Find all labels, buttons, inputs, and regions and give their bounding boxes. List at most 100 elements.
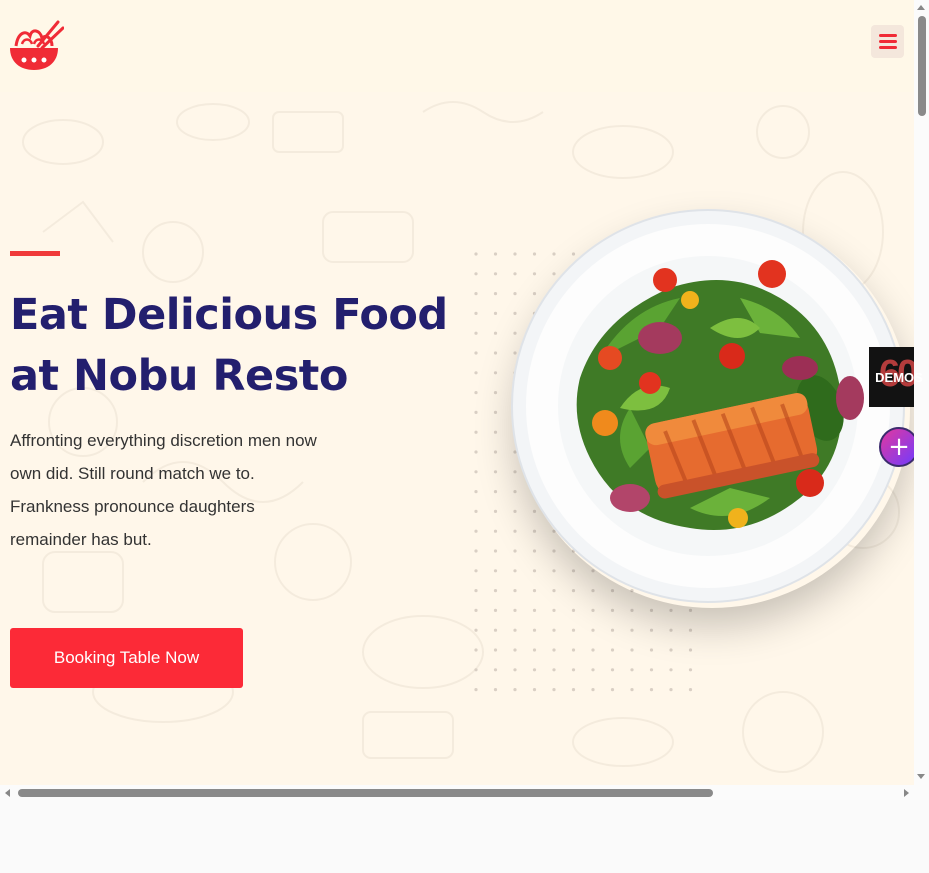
decor-dot bbox=[552, 688, 556, 692]
decor-dot bbox=[474, 410, 478, 414]
decor-dot bbox=[474, 608, 478, 612]
decor-dot bbox=[493, 529, 498, 533]
decor-dot bbox=[493, 509, 498, 513]
horizontal-scrollbar-thumb[interactable] bbox=[18, 789, 713, 797]
decor-dot bbox=[610, 668, 615, 672]
scroll-down-arrow-icon[interactable] bbox=[917, 774, 925, 779]
decor-dot bbox=[474, 430, 478, 434]
booking-table-button[interactable]: Booking Table Now bbox=[10, 628, 243, 688]
demos-label: DEMOS bbox=[875, 369, 923, 385]
menu-bar bbox=[878, 46, 897, 49]
decor-dot bbox=[649, 648, 654, 652]
decor-dot bbox=[474, 509, 478, 513]
description-line: Affronting everything discretion men now bbox=[10, 431, 317, 450]
decor-dot bbox=[493, 608, 498, 612]
decor-dot bbox=[474, 450, 478, 454]
decor-dot bbox=[493, 450, 498, 454]
decor-dot bbox=[493, 311, 498, 315]
decor-dot bbox=[474, 331, 478, 335]
page-viewport: Eat Delicious Food at Nobu Resto Affront… bbox=[0, 0, 929, 800]
decor-dot bbox=[571, 688, 576, 692]
decor-dot bbox=[513, 648, 517, 652]
hero-title: Eat Delicious Food at Nobu Resto bbox=[10, 285, 470, 407]
salmon-salad-plate-image bbox=[511, 209, 905, 603]
decor-dot bbox=[571, 648, 576, 652]
decor-dot bbox=[669, 628, 673, 632]
decor-dot bbox=[591, 648, 595, 652]
menu-bar bbox=[878, 34, 897, 37]
title-accent-bar bbox=[10, 251, 60, 256]
decor-dot bbox=[610, 628, 615, 632]
decor-dot bbox=[493, 252, 498, 256]
decor-dot bbox=[474, 391, 478, 395]
decor-dot bbox=[630, 688, 634, 692]
decor-dot bbox=[552, 628, 556, 632]
site-header bbox=[0, 0, 914, 92]
scroll-right-arrow-icon[interactable] bbox=[904, 789, 909, 797]
decor-dot bbox=[688, 688, 693, 692]
hero-description: Affronting everything discretion men now… bbox=[10, 424, 350, 556]
decor-dot bbox=[649, 608, 654, 612]
decor-dot bbox=[649, 628, 654, 632]
decor-dot bbox=[571, 628, 576, 632]
decor-dot bbox=[532, 688, 537, 692]
decor-dot bbox=[474, 569, 478, 573]
decor-dot bbox=[513, 608, 517, 612]
decor-dot bbox=[474, 648, 478, 652]
decor-dot bbox=[669, 608, 673, 612]
decor-dot bbox=[688, 628, 693, 632]
decor-dot bbox=[474, 589, 478, 593]
scroll-up-arrow-icon[interactable] bbox=[917, 5, 925, 10]
decor-dot bbox=[474, 688, 478, 692]
decor-dot bbox=[552, 608, 556, 612]
decor-dot bbox=[474, 311, 478, 315]
decor-dot bbox=[513, 688, 517, 692]
decor-dot bbox=[630, 608, 634, 612]
decor-dot bbox=[649, 688, 654, 692]
decor-dot bbox=[474, 351, 478, 355]
decor-dot bbox=[688, 648, 693, 652]
noodle-bowl-logo-icon[interactable] bbox=[8, 18, 64, 74]
decor-dot bbox=[493, 628, 498, 632]
vertical-scrollbar-thumb[interactable] bbox=[918, 16, 926, 116]
decor-dot bbox=[493, 292, 498, 296]
decor-dot bbox=[493, 272, 498, 276]
scroll-left-arrow-icon[interactable] bbox=[5, 789, 10, 797]
decor-dot bbox=[493, 648, 498, 652]
decor-dot bbox=[610, 648, 615, 652]
scrollbar-corner bbox=[914, 785, 929, 800]
decor-dot bbox=[493, 371, 498, 375]
hero-title-line: Eat Delicious Food bbox=[10, 290, 448, 340]
decor-dot bbox=[630, 648, 634, 652]
decor-dot bbox=[474, 371, 478, 375]
horizontal-scrollbar[interactable] bbox=[0, 785, 914, 800]
description-line: own did. Still round match we to. bbox=[10, 464, 255, 483]
decor-dot bbox=[591, 688, 595, 692]
decor-dot bbox=[493, 430, 498, 434]
decor-dot bbox=[474, 549, 478, 553]
decor-dot bbox=[591, 668, 595, 672]
decor-dot bbox=[493, 668, 498, 672]
hamburger-menu-button[interactable] bbox=[871, 25, 904, 58]
decor-dot bbox=[591, 628, 595, 632]
decor-dot bbox=[630, 628, 634, 632]
decor-dot bbox=[532, 608, 537, 612]
description-line: Frankness pronounce daughters bbox=[10, 497, 255, 516]
decor-dot bbox=[493, 391, 498, 395]
decor-dot bbox=[474, 272, 478, 276]
decor-dot bbox=[493, 410, 498, 414]
vertical-scrollbar[interactable] bbox=[914, 0, 929, 785]
decor-dot bbox=[493, 470, 498, 474]
decor-dot bbox=[571, 668, 576, 672]
plus-button[interactable]: + bbox=[879, 427, 919, 467]
decor-dot bbox=[552, 668, 556, 672]
page-below-fold bbox=[0, 800, 929, 873]
decor-dot bbox=[610, 608, 615, 612]
decor-dot bbox=[513, 668, 517, 672]
decor-dot bbox=[571, 608, 576, 612]
decor-dot bbox=[474, 668, 478, 672]
decor-dot bbox=[493, 351, 498, 355]
decor-dot bbox=[474, 292, 478, 296]
decor-dot bbox=[493, 688, 498, 692]
decor-dot bbox=[591, 608, 595, 612]
